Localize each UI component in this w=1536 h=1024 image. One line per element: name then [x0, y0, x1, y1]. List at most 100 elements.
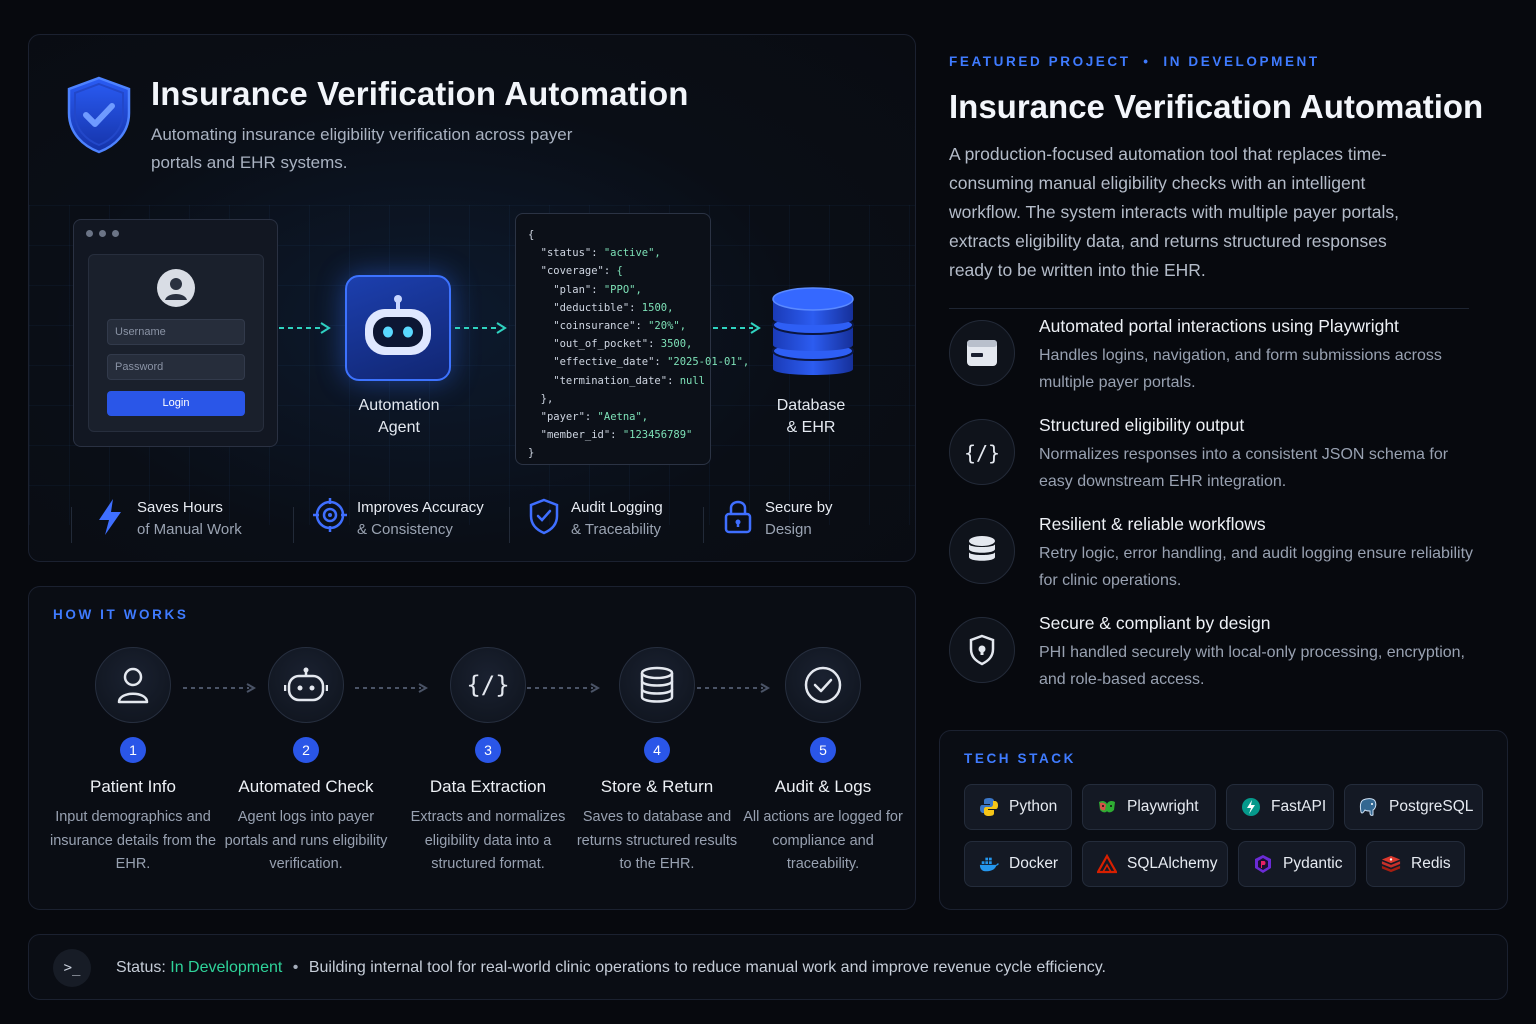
json-line: "plan": "PPO", — [528, 283, 642, 296]
tech-stack-panel: TECH STACK Python Playwright FastAPI Pos… — [939, 730, 1508, 910]
step-audit-logs: 5 Audit & Logs All actions are logged fo… — [738, 647, 908, 877]
json-line: "effective_date": "2025-01-01", — [528, 356, 750, 369]
browser-window-icon — [949, 320, 1015, 386]
tech-chip-postgresql[interactable]: PostgreSQL — [1344, 784, 1483, 830]
tech-chip-label: Redis — [1411, 855, 1451, 872]
tech-chip-label: PostgreSQL — [1389, 798, 1474, 815]
tech-chip-label: FastAPI — [1271, 798, 1327, 815]
browser-mockup: Username Password Login — [73, 219, 278, 447]
step-number: 1 — [120, 737, 146, 763]
shield-check-icon — [529, 498, 559, 535]
database-label-text: Database & EHR — [776, 397, 846, 436]
step-desc: Agent logs into payer portals and runs e… — [224, 809, 388, 872]
tech-chip-playwright[interactable]: Playwright — [1082, 784, 1216, 830]
login-button[interactable]: Login — [107, 391, 245, 416]
step-desc: Extracts and normalizes eligibility data… — [410, 809, 566, 872]
step-desc: Input demographics and insurance details… — [49, 809, 217, 872]
divider — [949, 308, 1469, 309]
tech-chip-sqlalchemy[interactable]: SQLAlchemy — [1082, 841, 1228, 887]
password-field[interactable]: Password — [107, 354, 245, 380]
tech-chip-python[interactable]: Python — [964, 784, 1072, 830]
code-braces-icon: {/} — [949, 419, 1015, 485]
step-number: 3 — [475, 737, 501, 763]
json-output-box: { "status": "active", "coverage": { "pla… — [515, 213, 750, 465]
feature-desc: Normalizes responses into a consistent J… — [1039, 446, 1449, 490]
feature-desc: Handles logins, navigation, and form sub… — [1039, 347, 1442, 391]
code-icon: {/} — [450, 647, 526, 723]
json-line: "coinsurance": "20%", — [528, 320, 687, 333]
json-line: "payer": "Aetna", — [528, 411, 649, 424]
step-desc: All actions are logged for compliance an… — [743, 809, 903, 872]
sqlalchemy-icon — [1097, 854, 1117, 874]
json-line: "deductible": 1500, — [528, 301, 674, 314]
feature-desc: Retry logic, error handling, and audit l… — [1039, 545, 1474, 589]
feature-title: Secure & compliant by design — [1039, 613, 1271, 633]
python-icon — [979, 797, 999, 817]
step-title: Patient Info — [89, 777, 176, 796]
step-title: Store & Return — [600, 777, 714, 796]
status-label: Status: — [116, 959, 166, 976]
tech-chip-pydantic[interactable]: Pydantic — [1238, 841, 1356, 887]
lock-icon — [724, 500, 752, 534]
hero-subtitle: Automating insurance eligibility verific… — [151, 125, 573, 172]
status-value: In Development — [170, 959, 283, 976]
flow-arrow — [279, 322, 331, 334]
feature-subtitle: & Traceability — [571, 521, 662, 538]
tech-chip-docker[interactable]: Docker — [964, 841, 1072, 887]
user-avatar-icon — [157, 269, 195, 307]
svg-text:{/}: {/} — [466, 671, 509, 699]
project-title: Insurance Verification Automation — [949, 88, 1484, 125]
step-title: Audit & Logs — [774, 777, 872, 796]
login-card: Username Password Login — [88, 254, 264, 432]
robot-icon — [268, 647, 344, 723]
hero-panel: Insurance Verification Automation Automa… — [28, 34, 916, 562]
feature-desc: PHI handled securely with local-only pro… — [1039, 644, 1465, 688]
tech-chip-redis[interactable]: Redis — [1366, 841, 1465, 887]
hero-title: Insurance Verification Automation — [151, 75, 689, 112]
shield-lock-icon — [949, 617, 1015, 683]
status-text: Status: In Development • Building intern… — [116, 959, 1106, 977]
project-eyebrow: FEATURED PROJECT • IN DEVELOPMENT — [949, 54, 1320, 69]
target-icon — [313, 498, 347, 532]
database-icon — [949, 518, 1015, 584]
how-it-works-panel: HOW IT WORKS 1 Patient Info Input demogr… — [28, 586, 916, 910]
fastapi-icon — [1241, 797, 1261, 817]
tech-chip-fastapi[interactable]: FastAPI — [1226, 784, 1334, 830]
json-line: "status": "active", — [528, 247, 661, 260]
step-desc: Saves to database and returns structured… — [576, 809, 738, 872]
step-number: 4 — [644, 737, 670, 763]
status-message: Building internal tool for real-world cl… — [308, 959, 1106, 976]
automation-agent-box — [345, 275, 451, 381]
shield-check-icon — [67, 76, 131, 154]
feature-title: Improves Accuracy — [357, 499, 484, 516]
database-icon — [619, 647, 695, 723]
feature-accuracy: Improves Accuracy & Consistency — [313, 497, 484, 541]
step-title: Data Extraction — [429, 777, 547, 796]
terminal-icon: >_ — [53, 949, 91, 987]
database-icon — [772, 287, 854, 375]
feature-title: Automated portal interactions using Play… — [1039, 316, 1399, 336]
json-line: "out_of_pocket": 3500, — [528, 338, 693, 351]
feature-title: Audit Logging — [571, 499, 663, 516]
tech-chip-label: SQLAlchemy — [1127, 855, 1218, 872]
flow-arrow — [713, 322, 761, 334]
json-line: }, — [528, 392, 554, 405]
tech-chip-label: Playwright — [1127, 798, 1199, 815]
redis-icon — [1381, 854, 1401, 874]
status-bar: >_ Status: In Development • Building int… — [28, 934, 1508, 1000]
tech-chip-label: Python — [1009, 798, 1058, 815]
feature-title: Secure by — [765, 499, 833, 516]
flow-arrow — [455, 322, 507, 334]
json-line: { — [528, 229, 535, 241]
tech-stack-label: TECH STACK — [964, 751, 1076, 766]
pydantic-icon — [1253, 854, 1273, 874]
how-it-works-label: HOW IT WORKS — [53, 607, 189, 622]
feature-subtitle: & Consistency — [357, 521, 453, 538]
username-field[interactable]: Username — [107, 319, 245, 345]
feature-secure: Secure by Design — [721, 497, 833, 541]
user-icon — [95, 647, 171, 723]
playwright-icon — [1097, 797, 1117, 817]
docker-icon — [979, 854, 999, 874]
feature-subtitle: of Manual Work — [137, 521, 242, 538]
step-title: Automated Check — [238, 777, 374, 796]
